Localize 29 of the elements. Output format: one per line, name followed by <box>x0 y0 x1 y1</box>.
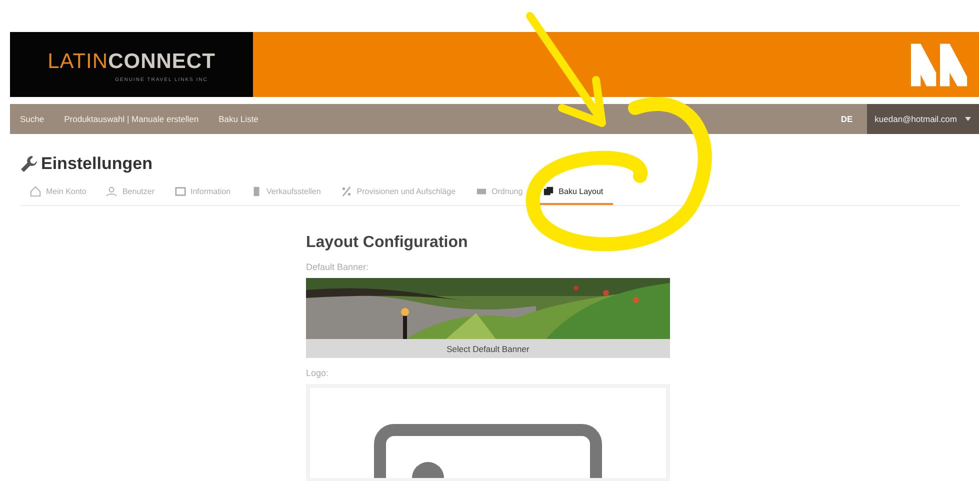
card-icon <box>174 186 186 197</box>
wrench-icon <box>20 155 38 173</box>
language-link[interactable]: DE <box>826 114 867 124</box>
user-icon <box>106 186 118 197</box>
account-dropdown[interactable]: kuedan@hotmail.com <box>866 104 979 134</box>
image-placeholder-icon <box>372 422 604 478</box>
nav-link[interactable]: Produktauswahl | Manuale erstellen <box>54 114 209 124</box>
field-label: Logo: <box>306 368 330 378</box>
percent-icon <box>340 186 352 197</box>
page-title: Einstellungen <box>41 154 152 174</box>
settings-tab[interactable]: Benutzer <box>96 182 164 205</box>
select-banner-button[interactable]: Select Default Banner <box>306 339 670 358</box>
brand-mark-icon <box>911 42 969 86</box>
ticket-icon <box>476 186 487 197</box>
nav-link[interactable]: Baku Liste <box>208 114 268 124</box>
caret-icon <box>965 117 971 121</box>
layers-icon <box>542 186 554 197</box>
logo-upload-area[interactable] <box>306 384 670 481</box>
section-heading: Layout Configuration <box>306 234 469 252</box>
nav-link[interactable]: Suche <box>10 114 54 124</box>
home-icon <box>30 186 41 197</box>
settings-tab[interactable]: Mein Konto <box>20 182 96 205</box>
settings-tab[interactable]: Ordnung <box>466 182 533 205</box>
field-label: Default Banner: <box>306 262 370 272</box>
settings-tab[interactable]: Baku Layout <box>532 182 614 205</box>
logo: LATINCONNECT <box>48 50 216 74</box>
settings-tab[interactable]: Verkaufsstellen <box>240 182 331 205</box>
settings-tab[interactable]: Provisionen und Aufschläge <box>330 182 466 205</box>
settings-tab[interactable]: Information <box>164 182 241 205</box>
